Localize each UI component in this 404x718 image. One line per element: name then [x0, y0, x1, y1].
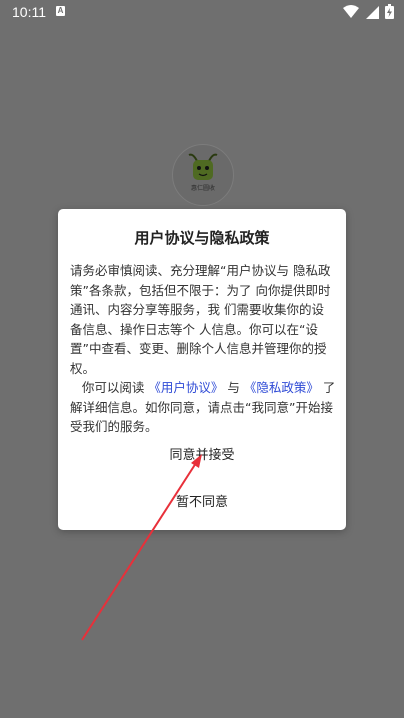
status-time: 10:11: [12, 4, 46, 20]
system-icons: [343, 4, 394, 19]
paragraph-2-and: 与: [227, 380, 240, 395]
user-agreement-link[interactable]: 《用户协议》: [148, 380, 223, 395]
logo-caption: 惠仁圆收: [190, 185, 215, 192]
accept-button[interactable]: 同意并接受: [58, 444, 346, 463]
paragraph-2-prefix: 你可以阅读: [81, 380, 145, 395]
privacy-policy-link[interactable]: 《隐私政策》: [244, 380, 319, 395]
notification-icon: A: [56, 6, 65, 16]
battery-icon: [385, 4, 394, 19]
dialog-paragraph-2: 你可以阅读 《用户协议》 与 《隐私政策》 了解详细信息。如你同意，请点击“我同…: [70, 378, 336, 437]
plant-mascot-icon: [188, 153, 218, 180]
privacy-dialog: 用户协议与隐私政策 请务必审慎阅读、充分理解“用户协议与 隐私政策”各条款，包括…: [58, 209, 346, 530]
dialog-title: 用户协议与隐私政策: [134, 229, 270, 247]
signal-icon: [366, 5, 379, 19]
dialog-paragraph-1: 请务必审慎阅读、充分理解“用户协议与 隐私政策”各条款，包括但不限于：为了 向你…: [70, 263, 331, 376]
wifi-icon: [343, 4, 359, 18]
status-bar: 10:11 A: [0, 0, 404, 24]
dialog-body: 请务必审慎阅读、充分理解“用户协议与 隐私政策”各条款，包括但不限于：为了 向你…: [70, 261, 336, 437]
app-logo: 惠仁圆收: [172, 144, 234, 206]
decline-button[interactable]: 暂不同意: [58, 491, 346, 510]
